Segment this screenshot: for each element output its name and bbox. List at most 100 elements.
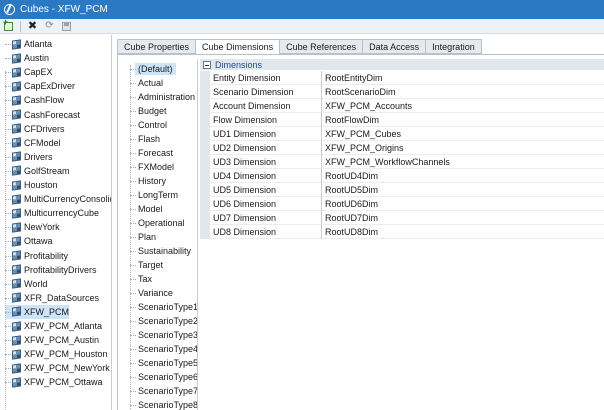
scenario-type-item[interactable]: Plan xyxy=(130,230,156,244)
cube-tree-item[interactable]: MulticurrencyCube xyxy=(5,206,99,220)
scenario-type-item[interactable]: Model xyxy=(130,202,163,216)
scenario-type-item[interactable]: ScenarioType3 xyxy=(130,328,197,342)
scenario-type-item[interactable]: Operational xyxy=(130,216,185,230)
scenario-type-item[interactable]: History xyxy=(130,174,166,188)
scenario-type-item[interactable]: Target xyxy=(130,258,163,272)
cube-tree-item[interactable]: CFDrivers xyxy=(5,122,65,136)
cube-icon xyxy=(12,208,21,219)
dimension-value[interactable]: RootEntityDim xyxy=(322,73,383,83)
scenario-type-item[interactable]: LongTerm xyxy=(130,188,178,202)
scenario-type-item[interactable]: Control xyxy=(130,118,167,132)
dimension-value[interactable]: RootUD4Dim xyxy=(322,171,378,181)
delete-button[interactable]: ✖ xyxy=(27,21,38,32)
cube-tree-item[interactable]: XFW_PCM_Austin xyxy=(5,333,99,347)
dimension-row[interactable]: Flow Dimension RootFlowDim xyxy=(200,112,604,127)
cube-tree-item[interactable]: GolfStream xyxy=(5,164,70,178)
dimensions-grid: Dimensions Entity Dimension RootEntityDim… xyxy=(200,59,604,239)
cube-tree-item[interactable]: NewYork xyxy=(5,220,60,234)
scenario-type-item[interactable]: Flash xyxy=(130,132,160,146)
cube-tree-item[interactable]: CashForecast xyxy=(5,108,80,122)
scenario-type-item[interactable]: Sustainability xyxy=(130,244,191,258)
cube-tree-item[interactable]: XFW_PCM_NewYork xyxy=(5,361,110,375)
cube-tree-item[interactable]: CFModel xyxy=(5,136,61,150)
cube-tree-item[interactable]: XFW_PCM_Houston xyxy=(5,347,108,361)
cube-tree-item[interactable]: ProfitabilityDrivers xyxy=(5,263,97,277)
cube-tree-item[interactable]: CashFlow xyxy=(5,93,64,107)
cube-tree-item[interactable]: XFW_PCM_Ottawa xyxy=(5,375,103,389)
cube-tree-item[interactable]: CapEX xyxy=(5,65,53,79)
dimension-row[interactable]: Scenario Dimension RootScenarioDim xyxy=(200,84,604,99)
dimension-value[interactable]: RootUD7Dim xyxy=(322,213,378,223)
cube-tree-item[interactable]: Austin xyxy=(5,51,49,65)
dimension-value[interactable]: XFW_PCM_Cubes xyxy=(322,129,401,139)
cube-tree-item[interactable]: XFW_PCM_Atlanta xyxy=(5,319,102,333)
dimension-row[interactable]: UD4 Dimension RootUD4Dim xyxy=(200,168,604,183)
cube-tree-item[interactable]: Profitability xyxy=(5,249,68,263)
tab-data-access[interactable]: Data Access xyxy=(363,39,427,54)
scenario-type-item[interactable]: ScenarioType8 xyxy=(130,398,197,410)
cube-tree-item[interactable]: MultiCurrencyConsolidation xyxy=(5,192,111,206)
scenario-type-item[interactable]: ScenarioType6 xyxy=(130,370,197,384)
dimension-name: UD4 Dimension xyxy=(210,168,322,183)
tree-branch-line xyxy=(5,255,11,257)
cube-tree: Atlanta Austin CapEX CapExDriver CashFlow Cas… xyxy=(0,35,112,410)
dimension-row[interactable]: UD2 Dimension XFW_PCM_Origins xyxy=(200,140,604,155)
scenario-type-item[interactable]: ScenarioType5 xyxy=(130,356,197,370)
new-button[interactable] xyxy=(3,17,14,32)
scenario-type-item[interactable]: ScenarioType1 xyxy=(130,300,197,314)
scenario-type-item[interactable]: ScenarioType2 xyxy=(130,314,197,328)
dimension-value[interactable]: RootScenarioDim xyxy=(322,87,396,97)
dimension-row[interactable]: UD6 Dimension RootUD6Dim xyxy=(200,196,604,211)
scenario-type-item[interactable]: ScenarioType4 xyxy=(130,342,197,356)
cube-tree-item[interactable]: XFR_DataSources xyxy=(5,291,99,305)
cube-icon xyxy=(12,179,21,191)
tab-cube-dimensions[interactable]: Cube Dimensions xyxy=(196,39,281,55)
scenario-type-item[interactable]: Actual xyxy=(130,76,163,90)
dimension-value[interactable]: RootFlowDim xyxy=(322,115,379,125)
cube-tree-item[interactable]: CapExDriver xyxy=(5,79,75,93)
cube-tree-item-label: Drivers xyxy=(24,151,53,162)
dimension-value[interactable]: XFW_PCM_WorkflowChannels xyxy=(322,157,450,167)
refresh-button[interactable]: ⟳ xyxy=(44,21,55,32)
cube-tree-item[interactable]: XFW_PCM xyxy=(5,304,69,319)
cube-tree-item[interactable]: Ottawa xyxy=(5,234,53,248)
scenario-type-label: Forecast xyxy=(138,148,174,158)
scenario-branch-line xyxy=(130,293,136,294)
scenario-type-item[interactable]: (Default) xyxy=(130,62,176,76)
cube-tree-item[interactable]: Drivers xyxy=(5,150,53,164)
cube-tree-item[interactable]: Atlanta xyxy=(5,37,52,51)
scenario-type-item[interactable]: ScenarioType7 xyxy=(130,384,197,398)
tab-integration[interactable]: Integration xyxy=(426,39,482,54)
dimension-value[interactable]: RootUD6Dim xyxy=(322,199,378,209)
tab-cube-properties[interactable]: Cube Properties xyxy=(117,39,197,54)
dimensions-section-header[interactable]: Dimensions xyxy=(200,59,604,70)
dimension-row[interactable]: UD1 Dimension XFW_PCM_Cubes xyxy=(200,126,604,141)
scenario-type-item[interactable]: Budget xyxy=(130,104,167,118)
save-button[interactable] xyxy=(61,21,72,32)
dimension-value[interactable]: RootUD5Dim xyxy=(322,185,378,195)
dimension-value[interactable]: RootUD8Dim xyxy=(322,227,378,237)
dimension-value[interactable]: XFW_PCM_Origins xyxy=(322,143,404,153)
dimension-row[interactable]: UD7 Dimension RootUD7Dim xyxy=(200,210,604,225)
scenario-type-item[interactable]: Administration xyxy=(130,90,195,104)
scenario-type-item[interactable]: FXModel xyxy=(130,160,174,174)
scenario-type-item[interactable]: Tax xyxy=(130,272,152,286)
dimension-row[interactable]: UD8 Dimension RootUD8Dim xyxy=(200,224,604,239)
dimension-value[interactable]: XFW_PCM_Accounts xyxy=(322,101,412,111)
dimension-row[interactable]: UD5 Dimension RootUD5Dim xyxy=(200,182,604,197)
cube-icon xyxy=(12,165,21,177)
dimension-name: UD5 Dimension xyxy=(210,182,322,197)
tab-cube-references[interactable]: Cube References xyxy=(280,39,364,54)
tree-branch-line xyxy=(5,86,11,88)
scenario-branch-line xyxy=(130,83,136,84)
dimension-name: Account Dimension xyxy=(210,98,322,113)
dimension-row[interactable]: UD3 Dimension XFW_PCM_WorkflowChannels xyxy=(200,154,604,169)
scenario-type-item[interactable]: Variance xyxy=(130,286,173,300)
cube-icon xyxy=(12,292,21,303)
dimension-row[interactable]: Entity Dimension RootEntityDim xyxy=(200,70,604,85)
cube-tree-item[interactable]: Houston xyxy=(5,178,58,192)
scenario-type-item[interactable]: Forecast xyxy=(130,146,174,160)
collapse-icon[interactable] xyxy=(203,60,211,69)
dimension-row[interactable]: Account Dimension XFW_PCM_Accounts xyxy=(200,98,604,113)
cube-tree-item[interactable]: World xyxy=(5,277,47,291)
